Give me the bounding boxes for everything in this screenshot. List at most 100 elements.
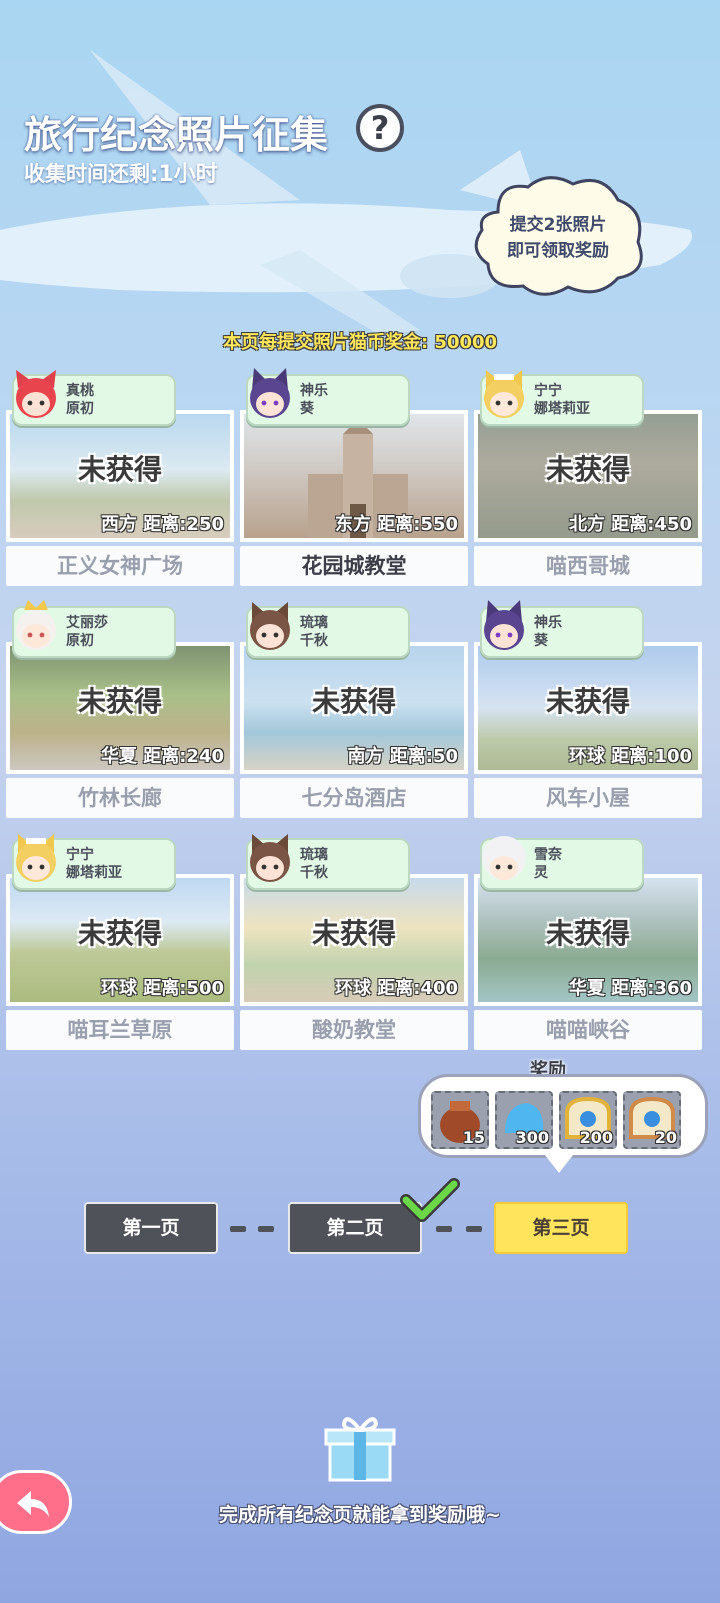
character-name-1: 宁宁 bbox=[534, 383, 562, 399]
status-label: 未获得 bbox=[545, 685, 630, 718]
status-label: 未获得 bbox=[545, 453, 630, 486]
photo-card[interactable]: 未获得 环球 距离:100 风车小屋 神乐葵 bbox=[474, 600, 702, 820]
photo-thumbnail: 未获得 环球 距离:500 bbox=[6, 874, 234, 1006]
status-label: 未获得 bbox=[311, 685, 396, 718]
character-name-1: 宁宁 bbox=[66, 847, 94, 863]
photo-thumbnail: 东方 距离:550 bbox=[240, 410, 468, 542]
character-name-2: 原初 bbox=[66, 401, 94, 417]
location-label: 西方 距离:250 bbox=[100, 514, 224, 535]
character-name-2: 千秋 bbox=[300, 633, 328, 649]
character-name-2: 娜塔莉亚 bbox=[66, 865, 122, 881]
photo-card[interactable]: 未获得 华夏 距离:360 喵喵峡谷 雪奈灵 bbox=[474, 836, 702, 1052]
character-name-2: 葵 bbox=[534, 633, 548, 649]
photo-card[interactable]: 未获得 华夏 距离:240 竹林长廊 艾丽莎原初 bbox=[6, 600, 234, 820]
place-name: 竹林长廊 bbox=[6, 778, 234, 818]
character-name-1: 神乐 bbox=[534, 615, 562, 631]
character-name-2: 千秋 bbox=[300, 865, 328, 881]
location-label: 东方 距离:550 bbox=[334, 514, 458, 535]
photo-thumbnail: 未获得 华夏 距离:360 bbox=[474, 874, 702, 1006]
back-button[interactable] bbox=[0, 1470, 72, 1534]
page-connector bbox=[230, 1226, 246, 1232]
avatar-blonde-cat-icon bbox=[484, 370, 524, 418]
photo-thumbnail: 未获得 北方 距离:450 bbox=[474, 410, 702, 542]
photo-card[interactable]: 未获得 北方 距离:450 喵西哥城 宁宁娜塔莉亚 bbox=[474, 370, 702, 588]
character-name-1: 琉璃 bbox=[300, 847, 328, 863]
avatar-blonde-cat-icon bbox=[16, 834, 56, 882]
page-one-button[interactable]: 第一页 bbox=[84, 1202, 218, 1254]
location-label: 环球 距离:400 bbox=[334, 978, 458, 999]
page-three-button[interactable]: 第三页 bbox=[494, 1202, 628, 1254]
place-name: 风车小屋 bbox=[474, 778, 702, 818]
place-name: 喵西哥城 bbox=[474, 546, 702, 586]
time-value: 1小时 bbox=[158, 162, 218, 187]
avatar-red-cat-icon bbox=[16, 370, 56, 418]
place-name: 喵耳兰草原 bbox=[6, 1010, 234, 1050]
reward-count: 15 bbox=[462, 1128, 485, 1147]
photo-thumbnail: 未获得 环球 距离:100 bbox=[474, 642, 702, 774]
photo-card[interactable]: 未获得 环球 距离:400 酸奶教堂 琉璃千秋 bbox=[240, 834, 468, 1052]
character-name-1: 琉璃 bbox=[300, 615, 328, 631]
place-name: 七分岛酒店 bbox=[240, 778, 468, 818]
avatar-brown-cat-icon bbox=[250, 834, 290, 882]
reward-item[interactable]: 20 bbox=[623, 1091, 681, 1149]
tip-cloud: 提交2张照片 即可领取奖励 bbox=[468, 172, 648, 302]
photo-card[interactable]: 未获得 南方 距离:50 七分岛酒店 琉璃千秋 bbox=[240, 602, 468, 820]
page-title: 旅行纪念照片征集 bbox=[24, 113, 329, 157]
character-name-2: 原初 bbox=[66, 633, 94, 649]
status-label: 未获得 bbox=[545, 917, 630, 950]
reward-panel: 15 300 200 20 bbox=[418, 1074, 708, 1173]
avatar-purple-fox-icon bbox=[484, 600, 524, 650]
location-label: 华夏 距离:240 bbox=[100, 746, 224, 767]
page-connector bbox=[258, 1226, 274, 1232]
photo-thumbnail: 未获得 西方 距离:250 bbox=[6, 410, 234, 542]
location-label: 环球 距离:100 bbox=[568, 746, 692, 767]
page-connector bbox=[436, 1226, 452, 1232]
status-label: 未获得 bbox=[311, 917, 396, 950]
location-label: 华夏 距离:360 bbox=[568, 978, 692, 999]
status-label: 未获得 bbox=[77, 685, 162, 718]
character-name-1: 艾丽莎 bbox=[66, 615, 108, 631]
reward-item[interactable]: 15 bbox=[431, 1091, 489, 1149]
place-name: 酸奶教堂 bbox=[240, 1010, 468, 1050]
tip-line-2: 即可领取奖励 bbox=[507, 241, 609, 261]
page-connector bbox=[466, 1226, 482, 1232]
place-name: 正义女神广场 bbox=[6, 546, 234, 586]
gift-box-icon[interactable] bbox=[322, 1408, 398, 1484]
reward-count: 200 bbox=[579, 1128, 613, 1147]
location-label: 北方 距离:450 bbox=[568, 514, 692, 535]
status-label: 未获得 bbox=[77, 917, 162, 950]
character-name-2: 灵 bbox=[534, 865, 548, 881]
photo-card[interactable]: 未获得 西方 距离:250 正义女神广场 真桃原初 bbox=[6, 370, 234, 588]
place-name: 花园城教堂 bbox=[240, 546, 468, 586]
character-name-1: 雪奈 bbox=[534, 847, 562, 863]
completion-hint: 完成所有纪念页就能拿到奖励哦~ bbox=[219, 1504, 501, 1526]
photo-thumbnail: 未获得 环球 距离:400 bbox=[240, 874, 468, 1006]
checkmark-icon bbox=[400, 1178, 460, 1222]
avatar-purple-fox-icon bbox=[250, 368, 290, 418]
location-label: 南方 距离:50 bbox=[347, 746, 458, 767]
reward-count: 20 bbox=[654, 1128, 677, 1147]
character-name-1: 真桃 bbox=[66, 383, 94, 399]
help-button[interactable]: ? bbox=[356, 104, 404, 152]
back-arrow-icon bbox=[17, 1491, 49, 1517]
avatar-white-hair-icon bbox=[482, 836, 526, 880]
reward-item[interactable]: 200 bbox=[559, 1091, 617, 1149]
avatar-white-crown-icon bbox=[16, 600, 56, 650]
photo-thumbnail: 未获得 华夏 距离:240 bbox=[6, 642, 234, 774]
photo-thumbnail: 未获得 南方 距离:50 bbox=[240, 642, 468, 774]
tip-line-1: 提交2张照片 bbox=[509, 215, 607, 235]
photo-card[interactable]: 东方 距离:550 花园城教堂 神乐葵 bbox=[240, 368, 468, 588]
time-remaining: 收集时间还剩:1小时 bbox=[24, 156, 218, 188]
location-label: 环球 距离:500 bbox=[100, 978, 224, 999]
avatar-brown-cat-icon bbox=[250, 602, 290, 650]
character-name-2: 娜塔莉亚 bbox=[534, 401, 590, 417]
bonus-text: 本页每提交照片猫币奖金: 50000 bbox=[222, 332, 498, 353]
character-name-1: 神乐 bbox=[300, 383, 328, 399]
reward-count: 300 bbox=[515, 1128, 549, 1147]
photo-card[interactable]: 未获得 环球 距离:500 喵耳兰草原 宁宁娜塔莉亚 bbox=[6, 834, 234, 1052]
character-name-2: 葵 bbox=[300, 401, 314, 417]
reward-item[interactable]: 300 bbox=[495, 1091, 553, 1149]
place-name: 喵喵峡谷 bbox=[474, 1010, 702, 1050]
time-label: 收集时间还剩: bbox=[24, 162, 159, 186]
reward-pointer bbox=[545, 1155, 573, 1173]
